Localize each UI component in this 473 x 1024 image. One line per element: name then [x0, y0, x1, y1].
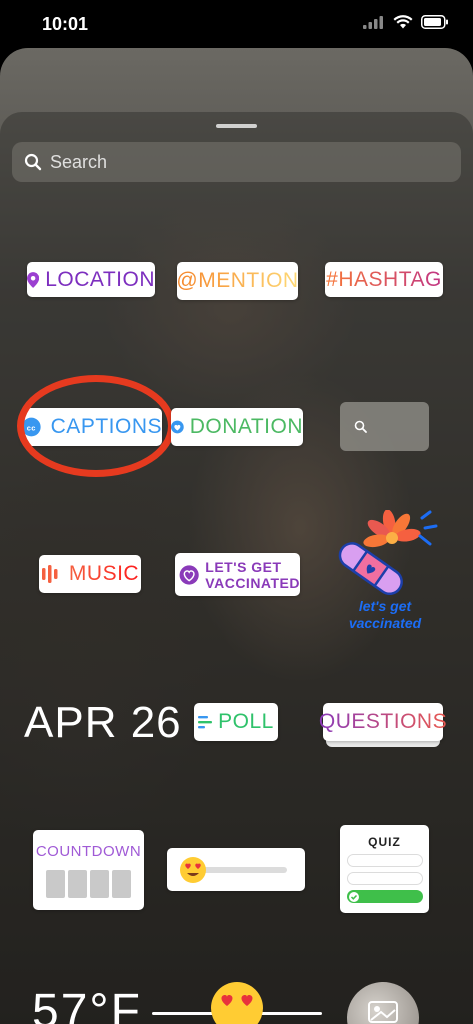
- countdown-digit-box: [46, 869, 65, 898]
- mention-sticker[interactable]: @MENTION: [176, 262, 299, 300]
- music-label: MUSIC: [68, 562, 140, 585]
- quiz-sticker[interactable]: QUIZ: [340, 825, 429, 913]
- mention-label: @MENTION: [176, 269, 299, 292]
- poll-label: POLL: [218, 710, 274, 733]
- donation-sticker[interactable]: DONATION: [171, 408, 303, 446]
- vaccinated-badge-text: LET'S GET VACCINATED: [205, 559, 300, 591]
- vaccinated-art-sticker[interactable]: let's get vaccinated: [330, 509, 440, 635]
- checkmark-icon: [348, 891, 359, 902]
- battery-icon: [421, 15, 448, 29]
- countdown-digit-box: [68, 869, 87, 898]
- status-time: 10:01: [42, 14, 89, 34]
- flower-bandage-icon: [338, 509, 438, 596]
- date-sticker[interactable]: APR 26: [24, 698, 182, 748]
- countdown-label: COUNTDOWN: [35, 842, 142, 860]
- hashtag-sticker[interactable]: #HASHTAG: [325, 262, 443, 297]
- vaccinated-art-line2: vaccinated: [348, 615, 422, 631]
- music-sticker[interactable]: MUSIC: [39, 555, 141, 593]
- hashtag-label: #HASHTAG: [326, 267, 442, 291]
- quiz-option: [346, 872, 423, 885]
- quiz-label: QUIZ: [368, 835, 401, 849]
- donation-label: DONATION: [189, 415, 303, 438]
- location-label: LOCATION: [45, 267, 155, 291]
- location-sticker[interactable]: LOCATION: [27, 262, 155, 297]
- questions-label: QUESTIONS: [318, 710, 448, 733]
- vaccinated-badge-line2: VACCINATED: [205, 574, 300, 591]
- countdown-sticker[interactable]: COUNTDOWN: [33, 830, 144, 910]
- vaccinated-badge-sticker[interactable]: LET'S GET VACCINATED: [175, 553, 300, 596]
- vaccinated-art-line1: let's get: [358, 598, 412, 614]
- questions-sticker[interactable]: QUESTIONS: [319, 703, 447, 747]
- heart-eyes-emoji-icon: [180, 856, 206, 883]
- signal-icon: [363, 16, 383, 29]
- search-input[interactable]: Search: [12, 142, 461, 182]
- heart-eyes-large-icon: [211, 982, 263, 1024]
- temperature-sticker[interactable]: 57°F: [32, 984, 142, 1024]
- emoji-slider-sticker[interactable]: [167, 848, 305, 891]
- wifi-icon: [393, 15, 413, 29]
- search-placeholder: Search: [50, 151, 108, 172]
- questions-card: QUESTIONS: [319, 703, 447, 741]
- quiz-option-correct: [346, 890, 423, 903]
- status-icons: [363, 15, 449, 29]
- countdown-digit-box: [112, 869, 131, 898]
- countdown-digits: [46, 869, 131, 898]
- poll-lines-icon: [198, 716, 213, 729]
- emoji-slider-large-sticker[interactable]: [152, 978, 322, 1024]
- music-bars-icon: [41, 565, 58, 583]
- countdown-digit-box: [90, 869, 109, 898]
- magnifier-icon: [354, 420, 367, 433]
- vaccinated-badge-line1: LET'S GET: [205, 558, 282, 575]
- heart-icon: [171, 420, 184, 434]
- quiz-option: [346, 854, 423, 867]
- location-pin-icon: [27, 271, 40, 288]
- search-sticker[interactable]: [340, 402, 429, 451]
- vaccinated-art-text: let's get vaccinated: [330, 598, 440, 632]
- highlight-ring: [17, 375, 175, 477]
- heart-badge-icon: [179, 564, 199, 585]
- drag-handle[interactable]: [216, 124, 257, 128]
- poll-sticker[interactable]: POLL: [194, 703, 278, 741]
- status-bar: 10:01: [0, 0, 473, 50]
- search-icon: [24, 153, 42, 171]
